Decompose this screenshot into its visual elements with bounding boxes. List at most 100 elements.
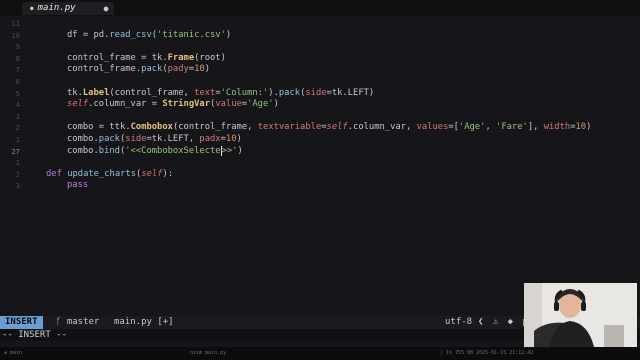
tmux-status-bar: ▪ main nvim main.py / 1% 755 0B 2025-01-…: [0, 347, 640, 360]
code-token: (control_frame,: [109, 87, 195, 98]
status-icons: ❮ ⚠ ◆ p: [478, 317, 530, 327]
code-token: 'Fare': [496, 122, 528, 133]
code-text: control_frame.pack(pady=10): [67, 64, 210, 76]
code-token: ): [204, 64, 211, 75]
code-token: control_frame = tk.: [67, 52, 168, 63]
code-token: width: [543, 122, 571, 133]
python-file-icon: ●: [30, 5, 34, 12]
code-token: control_frame.: [67, 64, 142, 75]
code-token: StringVar: [162, 99, 211, 110]
line-number: 3: [15, 111, 20, 121]
code-text: df = pd.read_csv('titanic.csv'): [67, 30, 231, 42]
presenter-image: [524, 283, 637, 347]
code-line[interactable]: 7 control_frame.pack(pady=10): [0, 64, 640, 76]
line-number: 8: [15, 53, 20, 63]
code-token: 'Age': [247, 99, 274, 110]
code-token: pack: [141, 64, 163, 75]
status-filename: main.py [+]: [114, 317, 174, 327]
git-branch-label: master: [66, 317, 100, 327]
code-line[interactable]: 5 tk.Label(control_frame, text='Column:')…: [0, 88, 640, 100]
code-token: pass: [67, 180, 89, 191]
code-token: def: [46, 168, 68, 179]
code-line[interactable]: 6: [0, 76, 640, 88]
code-text: control_frame = tk.Frame(root): [67, 53, 226, 65]
code-line[interactable]: 11: [0, 18, 640, 30]
code-token: self: [141, 168, 163, 179]
code-token: self: [67, 99, 89, 110]
code-token: Label: [82, 87, 110, 98]
code-text: def update_charts(self):: [46, 169, 173, 181]
tab-label: main.py: [37, 3, 76, 13]
code-line[interactable]: 1 combo.pack(side=tk.LEFT, padx=10): [0, 134, 640, 146]
code-token: >>': [221, 145, 238, 156]
code-line[interactable]: 3 pass: [0, 180, 640, 192]
line-number: 27: [11, 146, 20, 156]
code-token: .column_var =: [88, 99, 163, 110]
code-text: combo = ttk.Combobox(control_frame, text…: [67, 122, 591, 134]
line-number: 10: [11, 30, 20, 40]
code-text: combo.bind('<<ComboboxSelecte>>'): [67, 145, 243, 158]
code-token: bind: [98, 145, 120, 156]
code-token: 10: [225, 134, 237, 144]
code-editor[interactable]: 11 10 df = pd.read_csv('titanic.csv') 9 8 con…: [0, 16, 640, 316]
tmux-window: nvim main.py: [190, 350, 227, 356]
file-encoding: utf-8: [445, 317, 473, 327]
line-number: 1: [15, 135, 20, 144]
line-number: 2: [15, 123, 20, 133]
code-token: =[: [448, 122, 459, 133]
line-number: 5: [15, 88, 20, 98]
git-branch-icon: ᚶ: [56, 317, 67, 327]
code-token: 'titanic.csv': [157, 29, 226, 40]
code-line[interactable]: 3: [0, 111, 640, 123]
line-number: 9: [15, 42, 20, 52]
code-line[interactable]: 4 self.column_var = StringVar(value='Age'…: [0, 99, 640, 111]
code-token: value: [215, 99, 242, 110]
code-token: ): [236, 134, 242, 144]
modified-dot-icon: ●: [103, 4, 109, 13]
code-line[interactable]: 8 control_frame = tk.Frame(root): [0, 53, 640, 65]
code-line[interactable]: 1: [0, 157, 640, 169]
code-token: (root): [194, 52, 226, 63]
code-token: combo.: [67, 145, 99, 156]
webcam-overlay: [524, 283, 637, 347]
code-token: side: [125, 134, 147, 144]
code-line[interactable]: 27 combo.bind('<<ComboboxSelecte>>'): [0, 145, 640, 158]
line-number: 2: [15, 169, 20, 179]
code-line[interactable]: 9: [0, 41, 640, 53]
code-token: pady: [167, 64, 189, 75]
code-token: update_charts: [67, 168, 137, 179]
code-token: ): [586, 122, 592, 133]
command-line-text: -- INSERT --: [2, 330, 68, 340]
code-token: =tk.LEFT): [326, 87, 375, 98]
code-line[interactable]: 10 df = pd.read_csv('titanic.csv'): [0, 30, 640, 42]
line-number: 11: [11, 19, 20, 28]
code-line[interactable]: 2 def update_charts(self):: [0, 169, 640, 181]
code-line[interactable]: 2 combo = ttk.Combobox(control_frame, tex…: [0, 122, 640, 134]
code-token: padx: [199, 134, 221, 144]
tab-main-py[interactable]: ● main.py ●: [22, 2, 115, 15]
code-token: ): [237, 145, 243, 156]
code-token: .column_var,: [347, 122, 417, 133]
line-number: 6: [15, 77, 20, 86]
git-branch: ᚶ master: [56, 316, 99, 329]
line-number: 7: [15, 65, 20, 75]
code-token: df = pd.: [67, 29, 110, 40]
code-token: text: [194, 87, 216, 98]
code-token: 'Column:': [220, 87, 269, 98]
code-token: 'Age': [458, 122, 486, 133]
code-token: ): [273, 99, 279, 110]
line-number: 1: [15, 158, 20, 168]
code-token: pack: [278, 87, 301, 98]
code-token: Frame: [167, 52, 195, 63]
code-text: pass: [67, 180, 88, 192]
code-token: ],: [527, 122, 544, 133]
code-token: self: [326, 122, 348, 133]
code-token: ): [225, 29, 232, 40]
tab-bar: ● main.py ●: [0, 0, 640, 16]
tmux-info: / 1% 755 0B 2025-01-15 21:11:42: [440, 350, 534, 356]
code-token: textvariable: [257, 122, 322, 133]
code-token: '<<ComboboxSelecte: [125, 145, 221, 156]
code-token: read_csv: [109, 29, 152, 40]
tmux-session: ▪ main: [4, 350, 23, 356]
code-token: ,: [485, 122, 497, 133]
